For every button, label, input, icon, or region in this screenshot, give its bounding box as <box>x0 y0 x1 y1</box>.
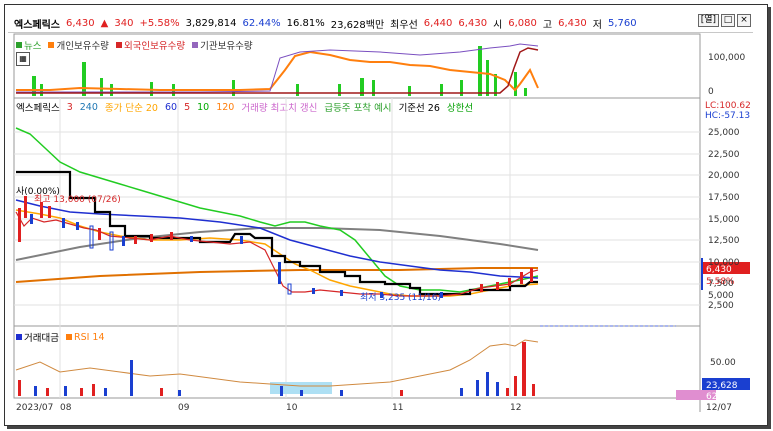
volume-tag-text: 23,628 <box>706 381 738 391</box>
candle <box>312 288 315 294</box>
chart-canvas: 사(0.00%) 최고 13,000 (07/26) 최저 3,235 (11/… <box>13 33 751 413</box>
volume-bar <box>506 388 509 396</box>
ma20-line <box>15 209 539 297</box>
volume-bar <box>460 388 463 396</box>
volume-bar <box>486 372 489 396</box>
candle <box>496 282 499 290</box>
volume-bar <box>476 380 479 396</box>
ma5-line <box>15 211 539 297</box>
volume-bar <box>400 390 403 396</box>
candle <box>76 222 79 230</box>
news-bar <box>524 88 527 96</box>
volume-bar <box>130 360 133 396</box>
volume-bar <box>178 390 181 396</box>
candle <box>287 283 292 295</box>
x-tick-right: 12/07 <box>706 403 732 413</box>
price-grid <box>14 98 700 398</box>
candle <box>240 236 243 244</box>
y-tick-price: 12,500 <box>708 236 740 246</box>
candle <box>24 196 27 218</box>
x-tick: 10 <box>286 403 298 413</box>
x-tick: 08 <box>60 403 72 413</box>
candle <box>134 236 137 244</box>
volume-bar <box>300 390 303 396</box>
y-tick-price: 7,500 <box>708 279 734 289</box>
x-tick: 12 <box>510 403 521 413</box>
news-bar <box>440 84 443 96</box>
volume-panel <box>13 325 701 399</box>
lc-label: LC:100.62 <box>705 101 751 111</box>
candle <box>150 234 153 242</box>
candle <box>48 206 51 218</box>
news-bar <box>514 72 517 96</box>
candle <box>122 236 125 246</box>
candle <box>340 290 343 296</box>
y-tick-price: 15,000 <box>708 215 740 225</box>
institution-holding-line <box>16 43 539 93</box>
candle <box>530 268 533 282</box>
volume-bar <box>496 382 499 396</box>
y-tick-investor: 100,000 <box>708 53 745 63</box>
volume-bar <box>92 384 95 396</box>
volume-bar <box>532 384 535 396</box>
news-bar <box>296 84 299 96</box>
panel-toggle-icon[interactable]: ▦ <box>16 52 30 66</box>
candle <box>30 214 33 224</box>
candle <box>98 228 101 240</box>
y-tick-price: 20,000 <box>708 171 740 181</box>
news-bar <box>82 62 86 96</box>
y-tick-price: 17,500 <box>708 193 740 203</box>
x-tick: 09 <box>178 403 190 413</box>
candle <box>480 284 483 292</box>
volume-bar <box>522 342 526 396</box>
y-tick-price: 2,500 <box>708 301 734 311</box>
rsi-line <box>15 339 539 387</box>
candle <box>278 262 281 284</box>
high-annotation: 최고 13,000 (07/26) <box>34 194 121 205</box>
news-bar <box>338 84 341 96</box>
volume-bar <box>80 388 83 396</box>
y-tick-price: 10,000 <box>708 258 740 268</box>
volume-bar <box>280 386 283 396</box>
volume-bar <box>34 386 37 396</box>
low-annotation: 최저 3,235 (11/16) <box>360 292 441 303</box>
hc-label: HC:-57.13 <box>705 111 750 121</box>
y-tick-investor: 0 <box>708 87 714 97</box>
y-tick-price: 5,000 <box>708 291 734 301</box>
volume-pct-text: 62.44% <box>706 392 741 402</box>
news-bar <box>408 86 411 96</box>
individual-holding-line <box>16 50 539 92</box>
volume-bar <box>104 388 107 396</box>
candle <box>520 272 523 284</box>
y-tick-price: 22,500 <box>708 150 740 160</box>
volume-bar <box>64 386 67 396</box>
news-bar <box>110 84 113 96</box>
volume-bar <box>514 376 517 396</box>
volume-bar <box>18 380 21 396</box>
candle <box>62 218 65 228</box>
volume-bar <box>340 390 343 396</box>
candle <box>190 236 193 242</box>
volume-bar <box>160 388 163 396</box>
candle <box>508 278 511 286</box>
candle <box>170 232 173 240</box>
news-bar <box>486 60 489 96</box>
news-bar <box>478 46 482 96</box>
y-tick-volume: 50.00 <box>710 358 736 368</box>
x-tick: 2023/07 <box>16 403 53 413</box>
x-tick: 11 <box>392 403 403 413</box>
volume-bar <box>46 388 49 396</box>
candle <box>18 208 21 242</box>
y-tick-price: 25,000 <box>708 128 740 138</box>
